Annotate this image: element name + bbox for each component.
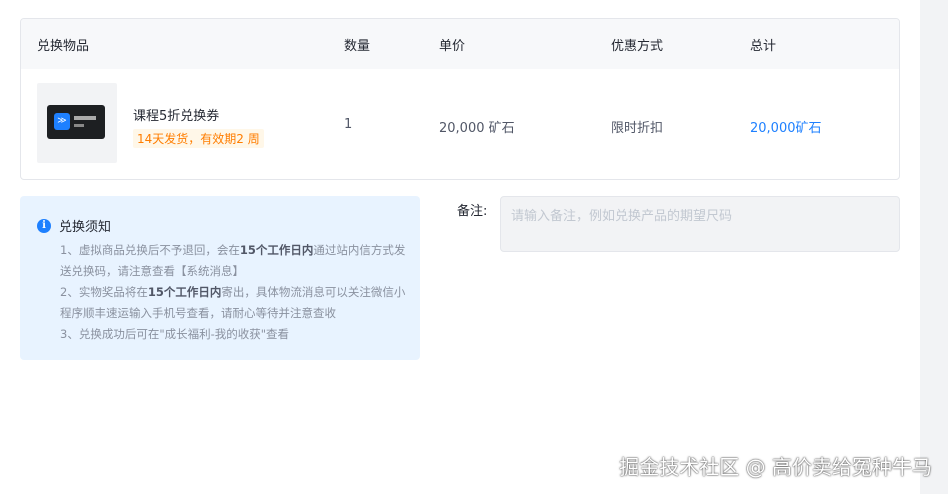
shipping-tag: 14天发货，有效期2 周 bbox=[133, 129, 264, 148]
header-total: 总计 bbox=[750, 39, 777, 54]
header-discount: 优惠方式 bbox=[611, 39, 664, 54]
discount: 限时折扣 bbox=[611, 121, 664, 136]
info-icon: i bbox=[37, 218, 51, 233]
notice-item: 2、实物奖品将在15个工作日内寄出，具体物流消息可以关注微信小程序顺丰速运输入手… bbox=[60, 285, 406, 320]
notice-item: 1、虚拟商品兑换后不予退回，会在15个工作日内通过站内信方式发送兑换码，请注意查… bbox=[60, 243, 406, 278]
table-row: ≫ 课程5折兑换券 14天发货，有效期2 周 1 20,000 矿石 限时折扣 … bbox=[21, 69, 899, 179]
exchange-table: 兑换物品 数量 单价 优惠方式 总计 ≫ 课程5折兑换券 14天发货，有效期2 … bbox=[20, 18, 900, 180]
table-header: 兑换物品 数量 单价 优惠方式 总计 bbox=[21, 19, 899, 69]
header-quantity: 数量 bbox=[344, 39, 371, 54]
scrollbar[interactable] bbox=[920, 0, 948, 494]
unit-price: 20,000 矿石 bbox=[439, 121, 515, 136]
coupon-icon: ≫ bbox=[54, 113, 70, 130]
product-name: 课程5折兑换券 bbox=[133, 109, 220, 124]
header-item: 兑换物品 bbox=[37, 39, 90, 54]
exchange-notice: i 兑换须知 1、虚拟商品兑换后不予退回，会在15个工作日内通过站内信方式发送兑换… bbox=[20, 196, 420, 360]
total: 20,000矿石 bbox=[750, 121, 822, 136]
product-image: ≫ bbox=[37, 83, 117, 163]
watermark: 掘金技术社区 @ 高价卖给冤种牛马 bbox=[619, 455, 932, 479]
quantity: 1 bbox=[344, 117, 353, 132]
remark-input[interactable] bbox=[500, 196, 900, 252]
remark-label: 备注: bbox=[457, 204, 488, 219]
notice-title: 兑换须知 bbox=[59, 220, 112, 235]
notice-item: 3、兑换成功后可在"成长福利-我的收获"查看 bbox=[60, 327, 290, 341]
header-price: 单价 bbox=[439, 39, 466, 54]
